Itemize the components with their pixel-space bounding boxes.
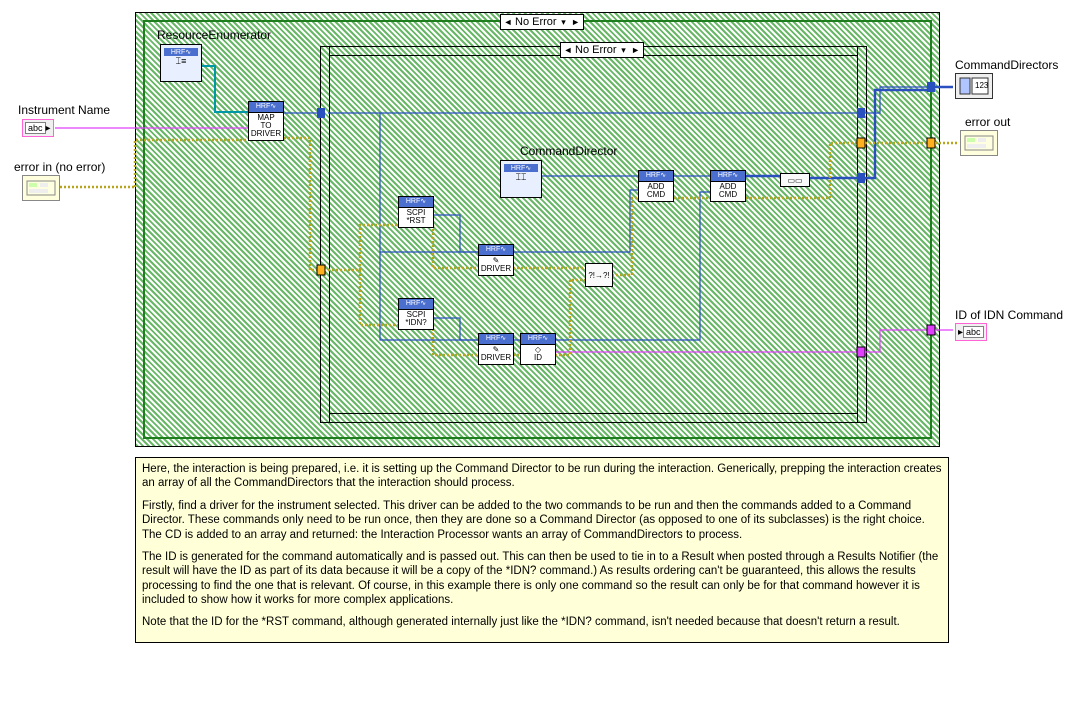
diagram-comment: Here, the interaction is being prepared,… [135, 457, 949, 643]
command-directors-label: CommandDirectors [955, 58, 1058, 72]
set-driver-vi-2[interactable]: HRF∿ ✎DRIVER [478, 333, 514, 365]
read-id-vi[interactable]: HRF∿ ◇ID [520, 333, 556, 365]
map-to-driver-vi[interactable]: HRF∿ MAP TO DRIVER [248, 101, 284, 141]
instrument-name-label: Instrument Name [18, 103, 110, 117]
build-array-node[interactable]: ▭▭ [780, 173, 810, 187]
resource-enumerator-constant[interactable]: HRF∿ ⌶≡ [160, 44, 202, 82]
inner-case-selector[interactable]: ◄ No Error ▾ ► [560, 42, 644, 58]
next-case-icon[interactable]: ► [631, 45, 641, 55]
prev-case-icon[interactable]: ◄ [563, 45, 573, 55]
error-in-label: error in (no error) [14, 160, 105, 174]
next-case-icon[interactable]: ► [571, 17, 581, 27]
case-name: No Error [515, 16, 557, 28]
case-dropdown-icon[interactable]: ▾ [619, 45, 629, 55]
command-director-label: CommandDirector [520, 144, 617, 158]
scpi-rst-vi[interactable]: HRF∿ SCPI *RST [398, 196, 434, 228]
error-out-label: error out [965, 115, 1010, 129]
error-out-indicator[interactable] [960, 130, 998, 156]
error-in-terminal[interactable] [22, 175, 60, 201]
case-name: No Error [575, 44, 617, 56]
case-dropdown-icon[interactable]: ▾ [559, 17, 569, 27]
resource-enumerator-label: ResourceEnumerator [157, 28, 271, 42]
prev-case-icon[interactable]: ◄ [503, 17, 513, 27]
command-director-constant[interactable]: HRF∿ ⌶⌶ [500, 160, 542, 198]
add-cmd-vi-1[interactable]: HRF∿ ADDCMD [638, 170, 674, 202]
scpi-idn-vi[interactable]: HRF∿ SCPI *IDN? [398, 298, 434, 330]
merge-errors-node[interactable]: ?!→?! [585, 263, 613, 287]
id-of-idn-label: ID of IDN Command [955, 308, 1063, 322]
command-directors-indicator[interactable]: 123 [955, 73, 993, 99]
set-driver-vi-1[interactable]: HRF∿ ✎DRIVER [478, 244, 514, 276]
outer-case-selector[interactable]: ◄ No Error ▾ ► [500, 14, 584, 30]
svg-text:123: 123 [975, 81, 989, 90]
instrument-name-terminal[interactable]: abc▸ [22, 119, 54, 137]
add-cmd-vi-2[interactable]: HRF∿ ADDCMD [710, 170, 746, 202]
id-of-idn-terminal[interactable]: ▸abc [955, 323, 987, 341]
labview-block-diagram: ◄ No Error ▾ ► ◄ No Error ▾ ► Instrument… [0, 0, 1077, 720]
inner-case-structure [320, 46, 867, 423]
